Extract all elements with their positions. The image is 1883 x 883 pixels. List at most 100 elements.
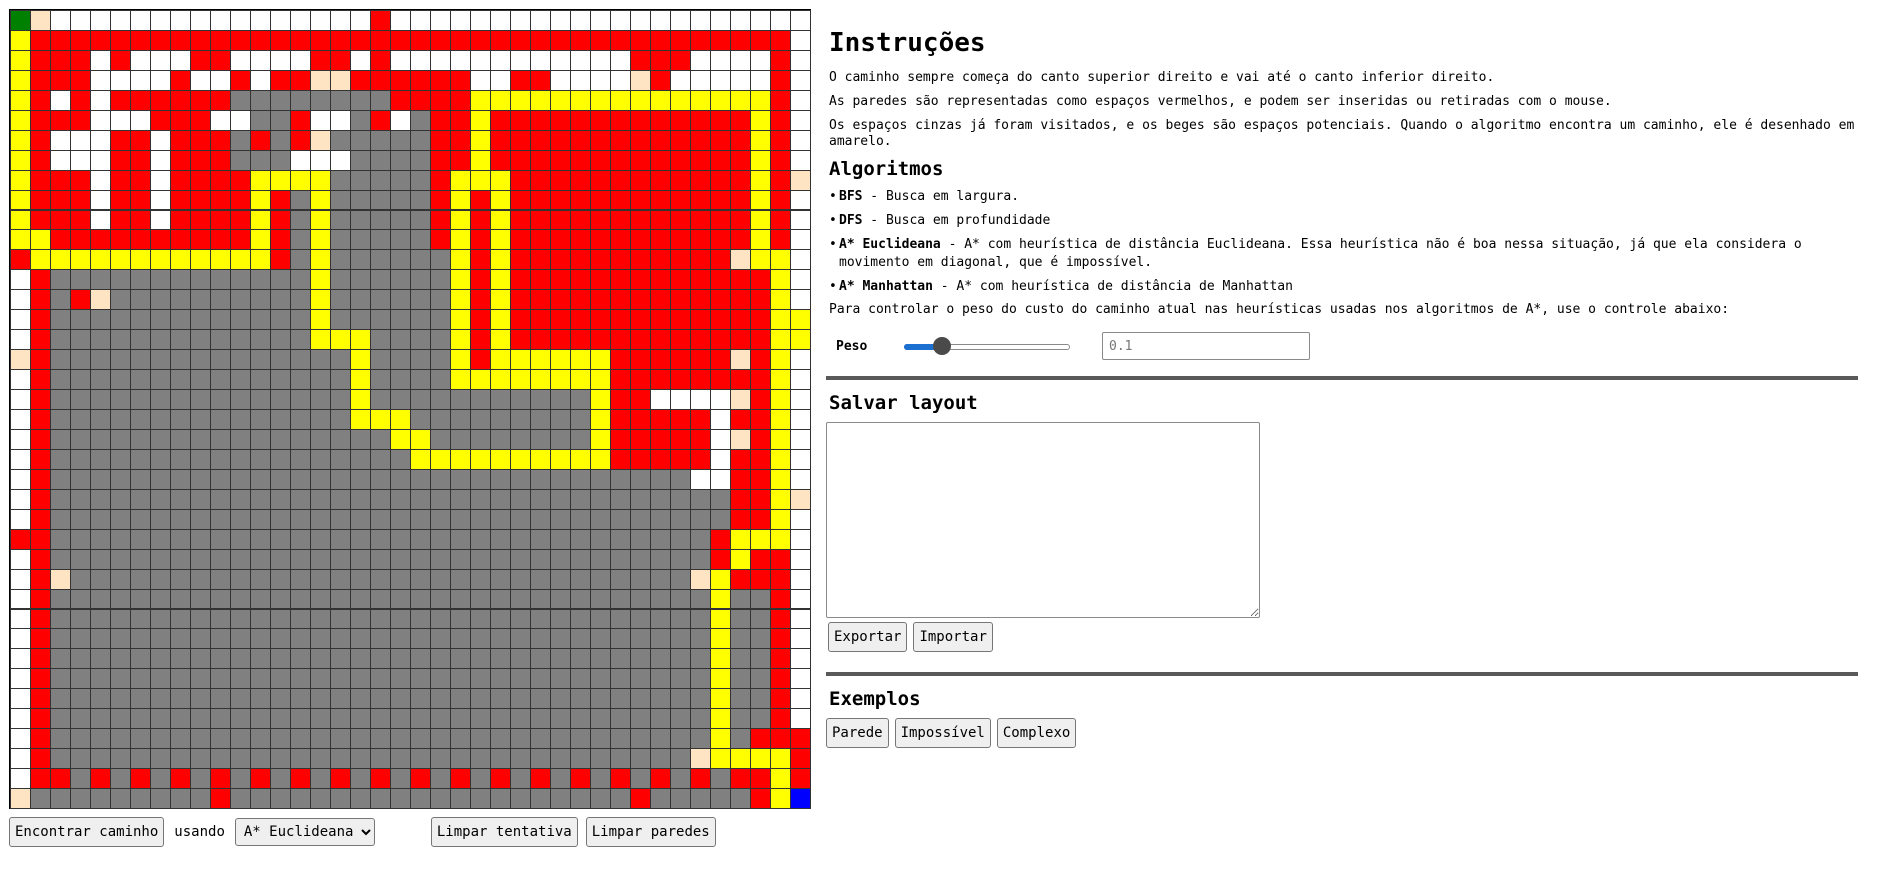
maze-cell[interactable]	[670, 349, 691, 371]
maze-cell[interactable]	[410, 289, 431, 311]
maze-cell[interactable]	[270, 189, 291, 211]
maze-cell[interactable]	[110, 468, 131, 490]
maze-cell[interactable]	[490, 688, 511, 710]
maze-cell[interactable]	[410, 508, 431, 530]
maze-cell[interactable]	[690, 548, 711, 570]
maze-cell[interactable]	[350, 209, 371, 231]
maze-cell[interactable]	[730, 588, 751, 610]
maze-cell[interactable]	[290, 628, 311, 650]
maze-cell[interactable]	[270, 309, 291, 331]
maze-cell[interactable]	[530, 548, 551, 570]
maze-cell[interactable]	[350, 708, 371, 730]
maze-cell[interactable]	[710, 309, 731, 331]
maze-cell[interactable]	[530, 149, 551, 171]
maze-cell[interactable]	[30, 49, 51, 71]
maze-cell[interactable]	[750, 528, 771, 550]
maze-cell[interactable]	[490, 329, 511, 351]
maze-cell[interactable]	[10, 189, 31, 211]
maze-cell[interactable]	[510, 169, 531, 191]
maze-cell[interactable]	[310, 10, 331, 31]
maze-cell[interactable]	[670, 129, 691, 151]
maze-cell[interactable]	[30, 788, 51, 809]
maze-cell[interactable]	[570, 788, 591, 809]
maze-cell[interactable]	[630, 428, 651, 450]
maze-cell[interactable]	[30, 548, 51, 570]
maze-cell[interactable]	[630, 29, 651, 51]
maze-cell[interactable]	[730, 768, 751, 790]
maze-cell[interactable]	[410, 389, 431, 410]
maze-cell[interactable]	[450, 528, 471, 550]
maze-cell[interactable]	[590, 29, 611, 51]
maze-cell[interactable]	[630, 329, 651, 351]
maze-cell[interactable]	[390, 528, 411, 550]
maze-cell[interactable]	[110, 428, 131, 450]
maze-cell[interactable]	[730, 608, 751, 630]
maze-cell[interactable]	[630, 768, 651, 790]
maze-cell[interactable]	[170, 528, 191, 550]
maze-cell[interactable]	[310, 349, 331, 371]
maze-cell[interactable]	[770, 329, 791, 351]
maze-cell[interactable]	[70, 409, 91, 430]
maze-cell[interactable]	[790, 488, 811, 510]
maze-cell[interactable]	[470, 249, 491, 271]
maze-cell[interactable]	[50, 548, 71, 570]
maze-cell[interactable]	[430, 648, 451, 670]
maze-cell[interactable]	[530, 169, 551, 191]
maze-cell[interactable]	[550, 568, 571, 590]
maze-cell[interactable]	[390, 788, 411, 809]
maze-cell[interactable]	[430, 49, 451, 71]
maze-cell[interactable]	[190, 409, 211, 430]
maze-cell[interactable]	[690, 229, 711, 251]
maze-cell[interactable]	[150, 528, 171, 550]
maze-cell[interactable]	[790, 289, 811, 311]
maze-cell[interactable]	[490, 29, 511, 51]
maze-cell[interactable]	[370, 49, 391, 71]
maze-cell[interactable]	[490, 548, 511, 570]
maze-cell[interactable]	[170, 49, 191, 71]
maze-cell[interactable]	[90, 748, 111, 770]
maze-cell[interactable]	[770, 169, 791, 191]
maze-cell[interactable]	[250, 269, 271, 291]
maze-cell[interactable]	[770, 668, 791, 690]
maze-cell[interactable]	[610, 409, 631, 430]
maze-cell[interactable]	[330, 49, 351, 71]
maze-cell[interactable]	[230, 788, 251, 809]
maze-cell[interactable]	[650, 568, 671, 590]
maze-cell[interactable]	[270, 129, 291, 151]
maze-cell[interactable]	[30, 648, 51, 670]
maze-cell[interactable]	[70, 788, 91, 809]
maze-cell[interactable]	[230, 748, 251, 770]
maze-cell[interactable]	[70, 129, 91, 151]
maze-cell[interactable]	[410, 349, 431, 371]
maze-cell[interactable]	[650, 29, 671, 51]
maze-cell[interactable]	[390, 49, 411, 71]
maze-cell[interactable]	[610, 229, 631, 251]
maze-cell[interactable]	[590, 668, 611, 690]
maze-cell[interactable]	[150, 728, 171, 750]
maze-cell[interactable]	[450, 648, 471, 670]
maze-cell[interactable]	[130, 329, 151, 351]
maze-cell[interactable]	[10, 369, 31, 391]
maze-cell[interactable]	[750, 728, 771, 750]
maze-cell[interactable]	[610, 289, 631, 311]
maze-cell[interactable]	[530, 229, 551, 251]
maze-cell[interactable]	[570, 428, 591, 450]
maze-cell[interactable]	[450, 508, 471, 530]
maze-cell[interactable]	[230, 249, 251, 271]
maze-cell[interactable]	[210, 688, 231, 710]
maze-cell[interactable]	[170, 229, 191, 251]
maze-cell[interactable]	[750, 389, 771, 410]
maze-cell[interactable]	[130, 129, 151, 151]
maze-cell[interactable]	[350, 628, 371, 650]
maze-cell[interactable]	[510, 269, 531, 291]
maze-cell[interactable]	[550, 189, 571, 211]
maze-cell[interactable]	[730, 329, 751, 351]
maze-cell[interactable]	[730, 688, 751, 710]
maze-cell[interactable]	[310, 129, 331, 151]
maze-cell[interactable]	[610, 189, 631, 211]
maze-cell[interactable]	[410, 568, 431, 590]
maze-cell[interactable]	[550, 448, 571, 470]
maze-cell[interactable]	[350, 528, 371, 550]
maze-cell[interactable]	[750, 768, 771, 790]
maze-cell[interactable]	[390, 29, 411, 51]
